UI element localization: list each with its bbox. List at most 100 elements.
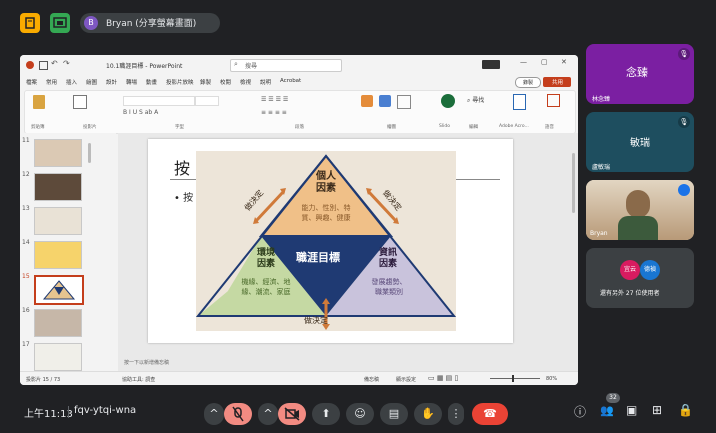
find-icon[interactable]: ⌕ 尋找 xyxy=(467,95,484,105)
notes-toggle[interactable]: 備忘稿 xyxy=(364,376,379,383)
slide-counter: 投影片 15 / 73 xyxy=(26,377,61,383)
undo-icon[interactable]: ↶ xyxy=(51,59,58,68)
others-tile[interactable]: 宜云 德禎 還有另外 27 位使用者 xyxy=(586,248,694,308)
top-factor-body: 能力、性別、特 質、興趣、健康 xyxy=(301,204,351,222)
activities-icon[interactable]: ⊞ xyxy=(652,403,662,417)
participant-name: 盧敏瑞 xyxy=(592,164,611,171)
right-factor-body: 發展趨勢、 職業類別 xyxy=(371,278,407,296)
search-box[interactable]: ⌕ 搜尋 xyxy=(230,59,342,72)
left-factor-title: 環境 因素 xyxy=(256,248,275,269)
top-factor-title: 個人 因素 xyxy=(316,171,336,194)
ribbon-group-drawing: 繪圖 xyxy=(387,125,396,130)
slide-thumbnail[interactable] xyxy=(34,241,82,269)
menu-file[interactable]: 檔案 xyxy=(26,78,37,86)
people-icon[interactable]: 👥 xyxy=(600,404,614,417)
slido-icon[interactable] xyxy=(441,94,455,108)
accessibility-status[interactable]: 協助工具: 調查 xyxy=(122,376,155,383)
slide-number: 16 xyxy=(22,307,30,314)
camera-off-button[interactable] xyxy=(278,403,306,425)
ribbon-group-clipboard: 剪貼簿 xyxy=(31,125,45,130)
view-icons[interactable]: ▭ ▦ ▤ ▯ xyxy=(428,374,458,382)
meeting-info-icon[interactable]: ⓘ xyxy=(574,403,586,420)
menu-insert[interactable]: 插入 xyxy=(66,78,77,86)
current-slide[interactable]: 按 • 按 個人 因素 能力、性別、特 質、興趣、健康 環境 因素 機緣、經濟、… xyxy=(148,139,513,343)
record-label: 錄製 xyxy=(523,80,534,86)
participant-name: Bryan xyxy=(590,230,608,237)
top-bar: B Bryan (分享螢幕畫面) xyxy=(0,0,716,44)
share-button[interactable]: 共用 xyxy=(543,77,571,87)
slide-editing-area: 按 • 按 個人 因素 能力、性別、特 質、興趣、健康 環境 因素 機緣、經濟、… xyxy=(118,133,578,371)
font-format-icons[interactable]: B I U S ab A xyxy=(123,109,158,116)
dictate-icon[interactable] xyxy=(547,94,560,107)
notes-placeholder[interactable]: 按一下以新增備忘稿 xyxy=(124,359,169,366)
participant-tile[interactable]: 念臻 林念臻 🎙 xyxy=(586,44,694,104)
paragraph-align-icons[interactable]: ≡ ≡ ≡ ≡ xyxy=(261,109,287,116)
host-controls-icon[interactable]: 🔒 xyxy=(678,403,693,417)
autosave-icon[interactable] xyxy=(26,61,34,69)
more-options-button[interactable]: ⋮ xyxy=(448,403,464,425)
arrange-icon[interactable] xyxy=(379,95,391,107)
slide-thumbnail[interactable] xyxy=(34,343,82,371)
vertical-scrollbar[interactable] xyxy=(572,153,575,213)
menu-acrobat[interactable]: Acrobat xyxy=(280,78,301,84)
chat-icon[interactable]: ▣ xyxy=(626,403,637,417)
mic-off-button[interactable] xyxy=(224,403,252,425)
present-button[interactable]: ⬆ xyxy=(312,403,340,425)
menu-animations[interactable]: 動畫 xyxy=(146,78,157,86)
minimize-icon[interactable]: — xyxy=(520,58,527,66)
menu-view[interactable]: 檢視 xyxy=(240,78,251,86)
slide-thumbnail[interactable] xyxy=(34,139,82,167)
present-screen-icon[interactable] xyxy=(50,13,70,33)
slide-thumbnail[interactable] xyxy=(34,207,82,235)
display-settings[interactable]: 顯示設定 xyxy=(396,376,416,383)
leave-call-button[interactable]: ☎ xyxy=(472,403,508,425)
close-icon[interactable]: ✕ xyxy=(561,58,567,66)
shapes-icon[interactable] xyxy=(361,95,373,107)
participant-tile-video[interactable]: Bryan xyxy=(586,180,694,240)
camera-options-button[interactable]: ^ xyxy=(258,403,278,425)
maximize-icon[interactable]: ▢ xyxy=(541,58,548,66)
save-icon[interactable] xyxy=(39,61,48,70)
menu-home[interactable]: 常用 xyxy=(46,78,57,86)
menu-help[interactable]: 說明 xyxy=(260,78,271,86)
slide-thumbnail-selected[interactable] xyxy=(34,275,84,305)
status-bar: 投影片 15 / 73 協助工具: 調查 備忘稿 顯示設定 ▭ ▦ ▤ ▯ 80… xyxy=(20,371,578,385)
presenter-chip[interactable]: B Bryan (分享螢幕畫面) xyxy=(80,13,220,33)
search-icon: ⌕ xyxy=(234,60,238,68)
participant-count-badge: 32 xyxy=(606,393,620,403)
paragraph-icons[interactable]: ☰ ☰ ☰ ☰ xyxy=(261,96,288,103)
font-box[interactable] xyxy=(123,96,195,106)
menu-draw[interactable]: 繪圖 xyxy=(86,78,97,86)
slide-number: 13 xyxy=(22,205,30,212)
quick-styles-icon[interactable] xyxy=(397,95,411,109)
font-size-box[interactable] xyxy=(195,96,219,106)
slide-number: 17 xyxy=(22,341,30,348)
menu-design[interactable]: 設計 xyxy=(106,78,117,86)
zoom-slider[interactable] xyxy=(490,378,540,379)
zoom-slider-thumb[interactable] xyxy=(512,375,514,382)
captions-button[interactable]: ▤ xyxy=(380,403,408,425)
mic-options-button[interactable]: ^ xyxy=(204,403,224,425)
menu-record[interactable]: 錄製 xyxy=(200,78,211,86)
new-slide-icon[interactable] xyxy=(73,95,87,109)
emoji-button[interactable]: ☺ xyxy=(346,403,374,425)
slide-title-text: 按 xyxy=(174,159,191,178)
menu-review[interactable]: 校閱 xyxy=(220,78,231,86)
menu-transitions[interactable]: 轉場 xyxy=(126,78,137,86)
zoom-level[interactable]: 80% xyxy=(546,376,557,382)
muted-mic-icon: 🎙 xyxy=(678,48,690,60)
participant-tile[interactable]: 敏瑞 盧敏瑞 🎙 xyxy=(586,112,694,172)
raise-hand-indicator-icon[interactable] xyxy=(20,13,40,33)
slide-thumbnail[interactable] xyxy=(34,173,82,201)
speaking-indicator-icon xyxy=(678,184,690,196)
redo-icon[interactable]: ↷ xyxy=(63,59,70,68)
account-badge[interactable] xyxy=(482,60,500,69)
thumbnail-scrollbar[interactable] xyxy=(88,143,91,163)
raise-hand-button[interactable]: ✋ xyxy=(414,403,442,425)
record-button[interactable]: 錄製 xyxy=(515,77,541,88)
slide-thumbnail[interactable] xyxy=(34,309,82,337)
paste-icon[interactable] xyxy=(33,95,45,109)
acrobat-pdf-icon[interactable] xyxy=(513,94,526,110)
career-factors-diagram: 個人 因素 能力、性別、特 質、興趣、健康 環境 因素 機緣、經濟、地 緣、潮流… xyxy=(195,151,457,331)
menu-slideshow[interactable]: 投影片放映 xyxy=(166,78,194,86)
